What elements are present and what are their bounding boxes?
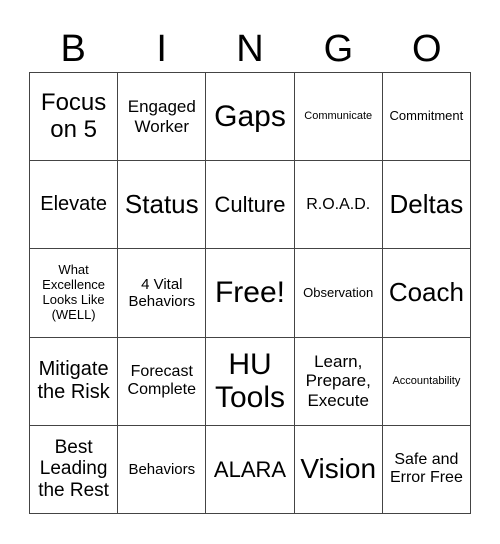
header-letter-o: O	[412, 28, 442, 70]
bingo-cell[interactable]: Focus on 5	[30, 73, 119, 162]
bingo-cell[interactable]: Accountability	[382, 337, 471, 426]
bingo-cell[interactable]: Status	[118, 161, 207, 250]
bingo-cell[interactable]: Engaged Worker	[118, 73, 207, 162]
bingo-cell[interactable]: Communicate	[294, 73, 383, 162]
bingo-cell[interactable]: ALARA	[206, 425, 295, 514]
header-letter-n: N	[236, 28, 264, 70]
free-space-cell[interactable]: Free!	[206, 249, 295, 338]
bingo-header: B I N G O	[29, 26, 471, 72]
bingo-cell[interactable]: Gaps	[206, 73, 295, 162]
header-letter-b: B	[60, 28, 86, 70]
bingo-cell[interactable]: Forecast Complete	[118, 337, 207, 426]
bingo-cell[interactable]: Mitigate the Risk	[30, 337, 119, 426]
bingo-cell[interactable]: Elevate	[30, 161, 119, 250]
bingo-cell[interactable]: Best Leading the Rest	[30, 425, 119, 514]
bingo-cell[interactable]: Observation	[294, 249, 383, 338]
bingo-cell[interactable]: HU Tools	[206, 337, 295, 426]
bingo-cell[interactable]: R.O.A.D.	[294, 161, 383, 250]
bingo-cell[interactable]: 4 Vital Behaviors	[118, 249, 207, 338]
header-letter-g: G	[323, 28, 354, 70]
bingo-cell[interactable]: Deltas	[382, 161, 471, 250]
bingo-cell[interactable]: Vision	[294, 425, 383, 514]
bingo-cell[interactable]: Culture	[206, 161, 295, 250]
bingo-cell[interactable]: Behaviors	[118, 425, 207, 514]
bingo-cell[interactable]: Safe and Error Free	[382, 425, 471, 514]
bingo-cell[interactable]: Coach	[382, 249, 471, 338]
header-letter-i: I	[156, 28, 167, 70]
bingo-cell[interactable]: What Excellence Looks Like (WELL)	[30, 249, 119, 338]
bingo-cell[interactable]: Learn, Prepare, Execute	[294, 337, 383, 426]
bingo-cell[interactable]: Commitment	[382, 73, 471, 162]
bingo-card-grid: Focus on 5 Engaged Worker Gaps Communica…	[29, 72, 471, 514]
